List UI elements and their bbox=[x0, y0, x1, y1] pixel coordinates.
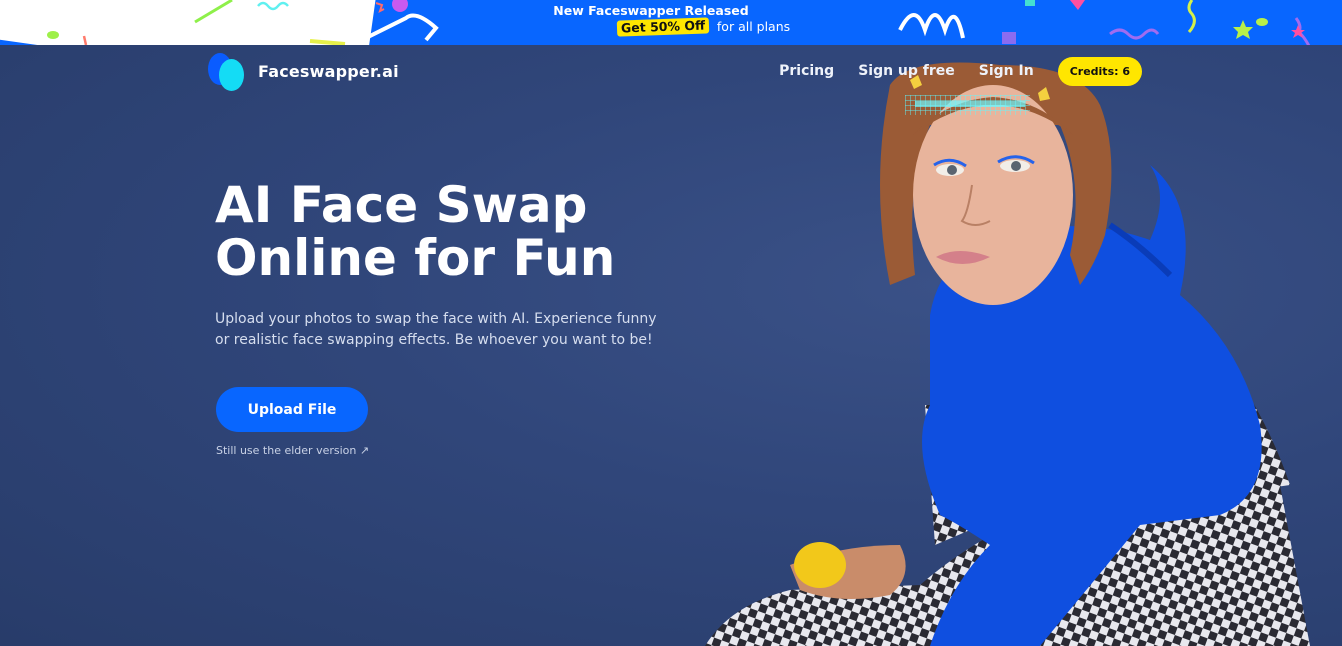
nav-link-sign-up-free[interactable]: Sign up free bbox=[858, 63, 955, 79]
nav-link-sign-in[interactable]: Sign In bbox=[979, 63, 1034, 79]
credits-badge[interactable]: Credits: 6 bbox=[1057, 56, 1142, 86]
nav-links: Pricing Sign up free Sign In Credits: 6 bbox=[779, 56, 1142, 86]
hero-section: Faceswapper.ai Pricing Sign up free Sign… bbox=[0, 45, 1342, 646]
logo-icon bbox=[208, 51, 248, 91]
nav-link-pricing[interactable]: Pricing bbox=[779, 63, 834, 79]
hero-title: AI Face Swap Online for Fun bbox=[215, 179, 735, 285]
promo-banner[interactable]: New Faceswapper Released Get 50% Off for… bbox=[0, 0, 1342, 45]
upload-file-button[interactable]: Upload File bbox=[216, 387, 368, 432]
discount-badge[interactable]: Get 50% Off bbox=[616, 17, 710, 37]
elder-version-label: Still use the elder version bbox=[216, 444, 357, 457]
elder-version-link[interactable]: Still use the elder version ↗ bbox=[216, 444, 369, 457]
hero-person-image bbox=[705, 62, 1310, 646]
hero-title-line-2: Online for Fun bbox=[215, 229, 616, 287]
hero-subtitle: Upload your photos to swap the face with… bbox=[215, 311, 657, 348]
brand-name: Faceswapper.ai bbox=[258, 61, 399, 81]
top-nav: Faceswapper.ai Pricing Sign up free Sign… bbox=[208, 51, 1142, 91]
brand-logo[interactable]: Faceswapper.ai bbox=[208, 51, 399, 91]
promo-text: New Faceswapper Released Get 50% Off for… bbox=[0, 3, 1342, 37]
external-link-icon: ↗ bbox=[359, 444, 370, 457]
promo-headline: New Faceswapper Released bbox=[553, 3, 749, 18]
hero-title-line-1: AI Face Swap bbox=[215, 176, 588, 234]
promo-subtext: for all plans bbox=[716, 19, 791, 34]
